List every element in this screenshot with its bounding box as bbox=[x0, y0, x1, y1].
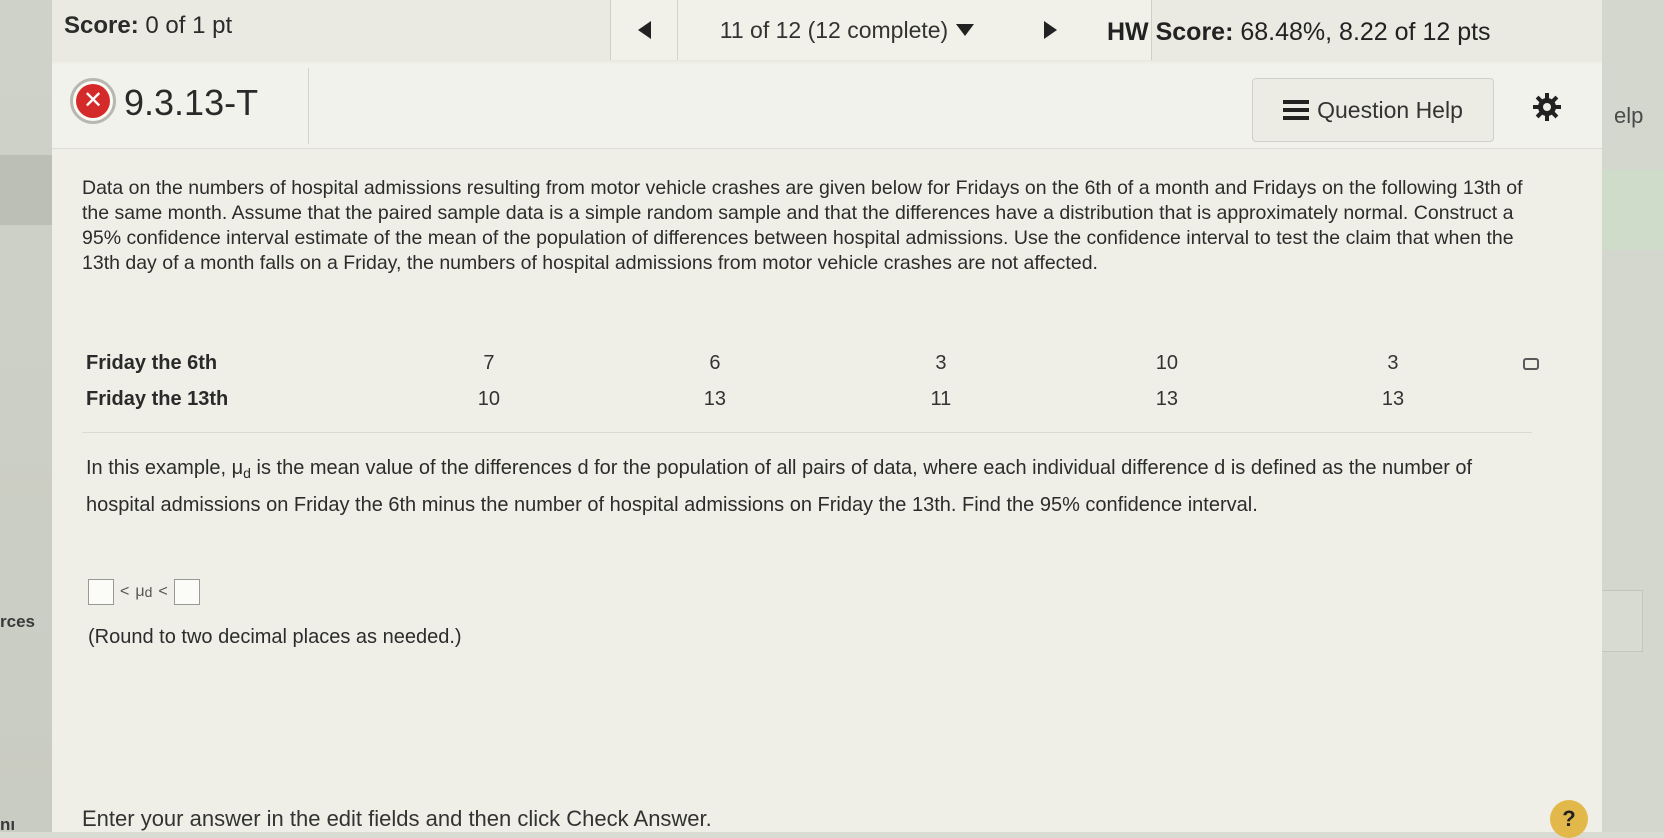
question-id-box: ✕ 9.3.13-T bbox=[60, 68, 309, 144]
copy-data-icon[interactable] bbox=[1523, 358, 1539, 370]
row-label: Friday the 13th bbox=[86, 387, 229, 410]
sidebar-text: rces bbox=[0, 612, 35, 631]
less-than-symbol: < bbox=[158, 583, 168, 600]
right-sidebar: elp bbox=[1602, 0, 1664, 832]
incorrect-x-icon: ✕ bbox=[70, 78, 116, 124]
paired-data-table: Friday the 6th 7 6 3 10 3 Friday the 13t… bbox=[86, 345, 1506, 417]
mu-subscript: d bbox=[144, 584, 153, 600]
mu-symbol: μ bbox=[135, 583, 145, 600]
gear-icon[interactable] bbox=[1532, 92, 1562, 122]
less-than-symbol: < bbox=[120, 583, 130, 600]
score-bar: Score: 0 of 1 pt 11 of 12 (12 complete) … bbox=[52, 0, 1602, 62]
right-sidebar-box bbox=[1602, 590, 1643, 652]
question-prompt: In this example, μd is the mean value of… bbox=[86, 452, 1536, 521]
question-select-label: 11 of 12 (12 complete) bbox=[719, 16, 949, 43]
instruction-footer: Enter your answer in the edit fields and… bbox=[82, 806, 712, 831]
score-value: 0 of 1 pt bbox=[145, 12, 233, 39]
homework-score: HW Score: 68.48%, 8.22 of 12 pts bbox=[1107, 18, 1491, 47]
question-panel: Score: 0 of 1 pt 11 of 12 (12 complete) … bbox=[52, 0, 1602, 838]
mu-symbol: μ bbox=[231, 457, 244, 479]
upper-bound-input[interactable] bbox=[173, 579, 200, 605]
table-cell: 11 bbox=[930, 387, 952, 410]
right-sidebar-panel bbox=[1602, 170, 1664, 250]
row-label: Friday the 6th bbox=[86, 351, 218, 374]
hw-score-label: HW Score: bbox=[1107, 18, 1234, 46]
arrow-right-icon bbox=[1043, 21, 1057, 39]
table-cell: 13 bbox=[703, 387, 727, 410]
prompt-text-1: In this example, bbox=[86, 457, 232, 479]
help-icon[interactable]: ? bbox=[1550, 800, 1588, 838]
question-help-label: Question Help bbox=[1317, 96, 1463, 123]
question-header: ✕ 9.3.13-T Question Help bbox=[52, 64, 1602, 149]
question-score: Score: 0 of 1 pt bbox=[64, 12, 232, 40]
table-cell: 6 bbox=[709, 351, 721, 374]
table-cell: 10 bbox=[1155, 351, 1179, 374]
divider bbox=[82, 432, 1532, 433]
table-cell: 13 bbox=[1155, 387, 1179, 410]
table-cell: 13 bbox=[1381, 387, 1405, 410]
answer-inequality: < μd < bbox=[88, 576, 200, 608]
table-cell: 3 bbox=[1387, 351, 1399, 374]
arrow-left-icon bbox=[637, 21, 651, 39]
sidebar-text-bottom: nı bbox=[0, 815, 16, 834]
lower-bound-input[interactable] bbox=[88, 579, 114, 605]
previous-question-button[interactable] bbox=[611, 0, 678, 60]
left-sidebar: rces nı bbox=[0, 0, 52, 834]
question-id: 9.3.13-T bbox=[124, 82, 259, 123]
question-select[interactable]: 11 of 12 (12 complete) bbox=[677, 0, 1017, 60]
table-cell: 7 bbox=[483, 351, 495, 374]
table-cell: 10 bbox=[477, 387, 501, 410]
hw-score-value: 68.48%, 8.22 of 12 pts bbox=[1240, 18, 1491, 46]
next-question-button[interactable] bbox=[1017, 0, 1083, 60]
table-row: Friday the 6th 7 6 3 10 3 bbox=[86, 345, 1506, 381]
question-help-button[interactable]: Question Help bbox=[1252, 78, 1494, 142]
right-sidebar-help-text[interactable]: elp bbox=[1614, 103, 1643, 129]
prompt-text-2: is the mean value of the differences d f… bbox=[86, 457, 1473, 516]
rounding-note: (Round to two decimal places as needed.) bbox=[88, 626, 462, 648]
question-navigator: 11 of 12 (12 complete) bbox=[610, 0, 1152, 60]
mu-subscript: d bbox=[243, 465, 251, 481]
sidebar-band bbox=[0, 155, 52, 225]
score-label: Score: bbox=[64, 12, 139, 39]
table-row: Friday the 13th 10 13 11 13 13 bbox=[86, 381, 1506, 417]
list-icon bbox=[1283, 99, 1310, 121]
problem-statement: Data on the numbers of hospital admissio… bbox=[82, 177, 1523, 274]
caret-down-icon bbox=[956, 24, 975, 36]
table-cell: 3 bbox=[935, 351, 947, 374]
